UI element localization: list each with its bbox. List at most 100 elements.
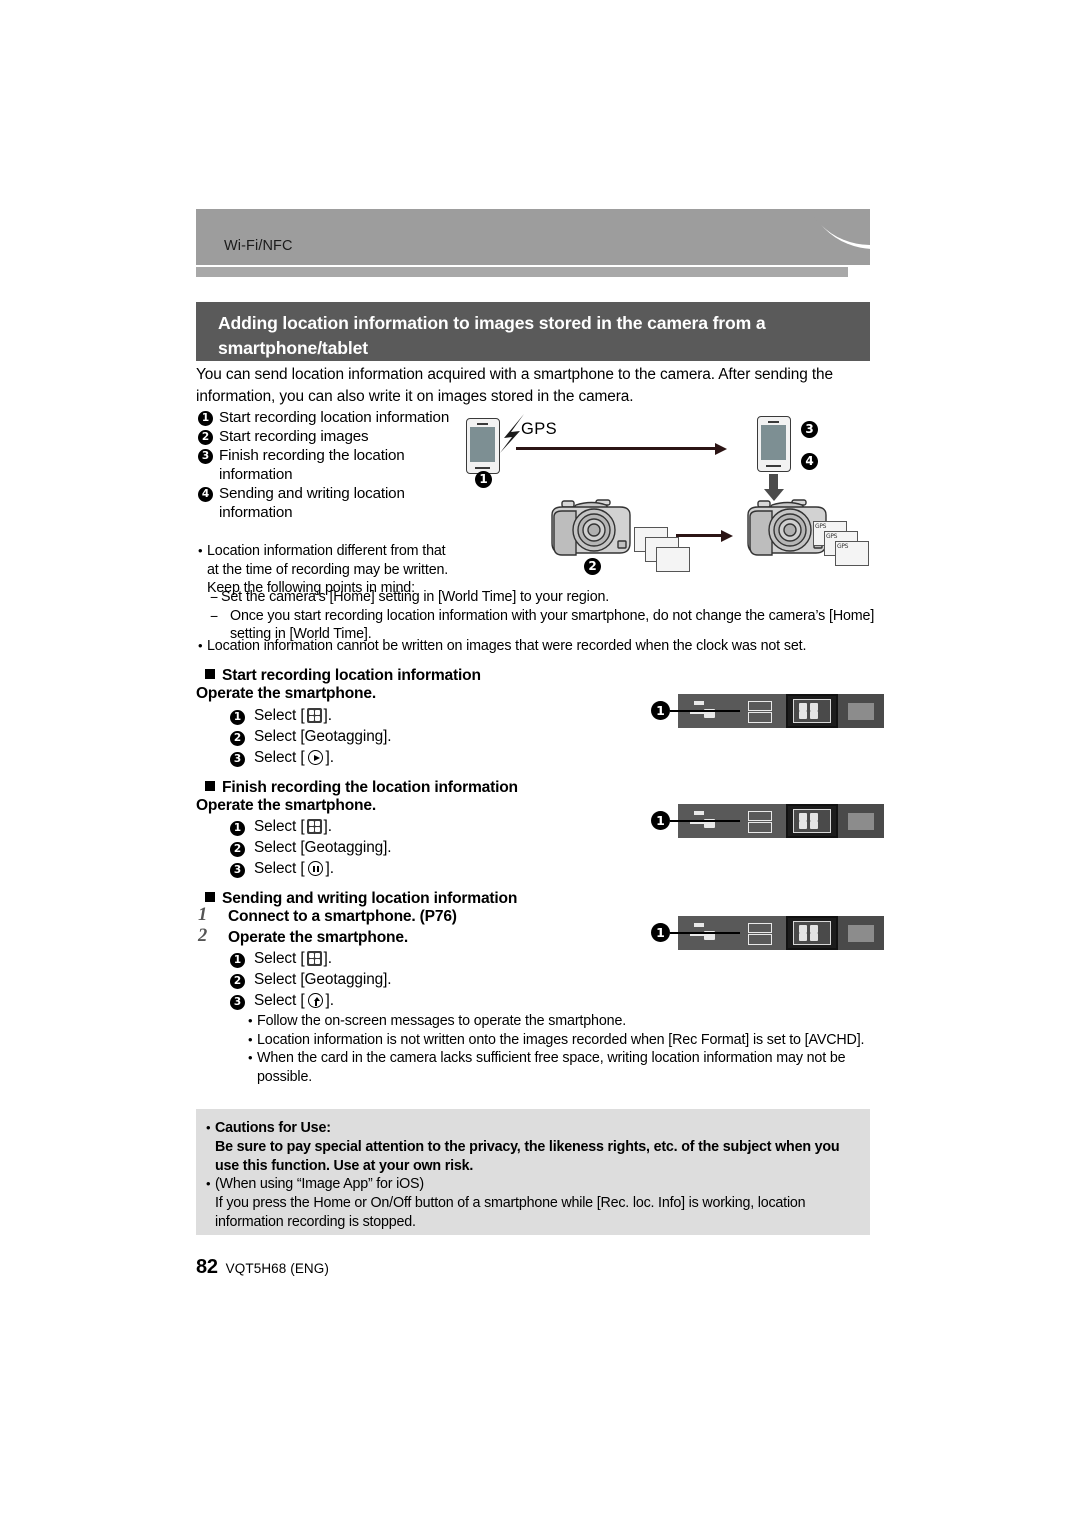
- toolbar-icon-a: [694, 701, 704, 705]
- square-bullet-icon: [205, 781, 215, 791]
- toolbar-icon-c: [748, 923, 772, 933]
- illus-step-4-marker: 4: [801, 453, 818, 470]
- toolbar-grid-button-highlighted[interactable]: [786, 916, 838, 950]
- toolbar-right-block: [848, 702, 874, 720]
- subsection-2-heading: Finish recording the location informatio…: [205, 778, 518, 798]
- step-text: Select [].: [254, 992, 334, 1010]
- grid-icon: [306, 951, 322, 966]
- bullet-dot: •: [248, 1050, 253, 1066]
- cautions-box: • Cautions for Use: Be sure to pay speci…: [196, 1109, 870, 1235]
- document-page: Wi-Fi/NFC Adding location information to…: [0, 0, 1080, 1526]
- subsection-1-steps: 1 Select []. 2 Select [Geotagging]. 3 Se…: [230, 705, 392, 769]
- circled-number-3: 3: [230, 863, 245, 879]
- cautions-bullet-2-row: • (When using “Image App” for iOS): [206, 1175, 854, 1194]
- toolbar-right-button[interactable]: [838, 694, 884, 728]
- smartphone-right-graphic: [757, 416, 791, 472]
- pause-circle-icon: [307, 861, 323, 877]
- toolbar-icon-a: [694, 923, 704, 927]
- subsection-2-steps: 1 Select []. 2 Select [Geotagging]. 3 Se…: [230, 816, 392, 880]
- toolbar-right-block: [848, 812, 874, 830]
- note-text: Location information cannot be written o…: [207, 638, 807, 654]
- bullet-dot: •: [198, 638, 203, 653]
- numbered-step-1-marker: 1: [198, 905, 208, 925]
- cautions-body-1: Be sure to pay special attention to the …: [215, 1138, 840, 1174]
- toolbar-right-button[interactable]: [838, 804, 884, 838]
- note-dash-item: − Set the camera’s [Home] setting in [Wo…: [210, 588, 880, 607]
- step-text: Select [Geotagging].: [254, 728, 392, 746]
- toolbar-icon-a: [694, 811, 704, 815]
- notes-top-dashes: − Set the camera’s [Home] setting in [Wo…: [210, 588, 880, 644]
- step-text: Select [].: [254, 707, 332, 724]
- phone-speaker: [477, 422, 488, 425]
- upload-circle-icon: [307, 993, 323, 1009]
- subsection-3-heading: Sending and writing location information: [205, 889, 517, 909]
- phone-speaker: [768, 420, 779, 423]
- step-item: 3 Select [].: [230, 990, 391, 1011]
- dash-marker: −: [210, 607, 219, 624]
- illus-step-1-marker: 1: [475, 471, 492, 488]
- illus-step-2-marker: 2: [584, 558, 601, 575]
- step-text: Select [].: [254, 950, 332, 967]
- note-text: Follow the on-screen messages to operate…: [257, 1013, 627, 1029]
- bullet-dot: •: [206, 1120, 211, 1135]
- grid-icon: [793, 921, 831, 945]
- arrow-phone-to-phone: [516, 442, 727, 456]
- arrow-images-transfer: [676, 529, 733, 543]
- notes-bottom: • Follow the on-screen messages to opera…: [248, 1012, 873, 1086]
- phone-home-bar: [475, 467, 490, 469]
- subsection-1-heading-text: Start recording location information: [222, 667, 481, 684]
- photo-gps-3: GPS: [835, 541, 869, 566]
- cautions-title: Cautions for Use:: [215, 1120, 331, 1136]
- step-text: Select [Geotagging].: [254, 839, 392, 857]
- toolbar-right-block: [848, 924, 874, 942]
- subsection-2-heading-text: Finish recording the location informatio…: [222, 779, 518, 796]
- circled-number-2: 2: [230, 974, 245, 990]
- circled-number-2: 2: [230, 731, 245, 747]
- toolbar-grid-button-highlighted[interactable]: [786, 694, 838, 728]
- circled-number-2: 2: [230, 842, 245, 858]
- bullet-dot: •: [198, 543, 203, 558]
- notes-top-bullet-2: • Location information cannot be written…: [198, 637, 878, 656]
- step-item: 1 Select [].: [230, 948, 391, 969]
- step-text: Select [].: [254, 818, 332, 835]
- square-bullet-icon: [205, 892, 215, 902]
- note-bullet-item: • Location information is not written on…: [248, 1031, 873, 1050]
- circled-number-1: 1: [230, 821, 245, 837]
- workflow-illustration: 1 GPS 3 4 2 GPS GPS GPS: [0, 0, 1080, 600]
- photo-plain-3: [656, 547, 690, 572]
- grid-icon: [793, 699, 831, 723]
- phone-screen: [761, 425, 786, 460]
- play-circle-icon: [307, 750, 323, 766]
- toolbar-icon-d: [748, 934, 772, 945]
- photo-gps-tag: GPS: [837, 543, 849, 550]
- bullet-dot: •: [248, 1031, 253, 1047]
- illus-step-3-marker: 3: [801, 421, 818, 438]
- step-text: Select [].: [254, 749, 334, 767]
- arrow-phone-to-camera: [763, 474, 784, 501]
- circled-number-1: 1: [230, 953, 245, 969]
- toolbar-right-button[interactable]: [838, 916, 884, 950]
- toolbar-callout-line-3: [670, 932, 740, 934]
- phone-home-bar: [766, 465, 781, 467]
- circled-number-3: 3: [230, 752, 245, 768]
- step-text: Select [Geotagging].: [254, 971, 392, 989]
- numbered-step-1-text: Connect to a smartphone. (P76): [228, 908, 457, 925]
- toolbar-icon-d: [748, 822, 772, 833]
- step-item: 2 Select [Geotagging].: [230, 726, 392, 747]
- camera-left-graphic: [551, 499, 631, 556]
- photo-gps-tag: GPS: [826, 533, 838, 540]
- circled-number-3: 3: [230, 995, 245, 1011]
- toolbar-callout-marker-3: 1: [651, 923, 670, 942]
- step-item: 2 Select [Geotagging].: [230, 837, 392, 858]
- bullet-dot: •: [206, 1176, 211, 1192]
- bullet-dot: •: [248, 1013, 253, 1028]
- step-item: 1 Select [].: [230, 816, 391, 837]
- page-footer: 82 VQT5H68 (ENG): [196, 1256, 329, 1279]
- cautions-title-row: • Cautions for Use:: [206, 1119, 854, 1138]
- toolbar-grid-button-highlighted[interactable]: [786, 804, 838, 838]
- subsection-1-heading: Start recording location information: [205, 666, 481, 686]
- page-number: 82: [196, 1256, 218, 1278]
- subsection-1-operate: Operate the smartphone.: [196, 685, 376, 702]
- note-text: Location information is not written onto…: [257, 1031, 865, 1048]
- note-bullet-item: • Follow the on-screen messages to opera…: [248, 1012, 873, 1031]
